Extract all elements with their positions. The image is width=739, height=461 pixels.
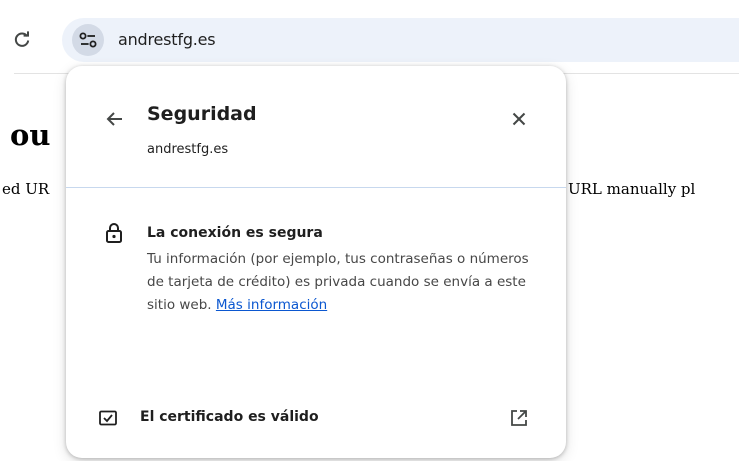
reload-icon <box>14 31 30 47</box>
page-text-left: ed UR <box>2 180 50 198</box>
back-button[interactable] <box>102 106 128 132</box>
connection-description-text: Tu información (por ejemplo, tus contras… <box>147 251 529 313</box>
omnibox[interactable]: andrestfg.es <box>62 18 739 62</box>
certificate-label: El certificado es válido <box>140 409 319 425</box>
lock-icon <box>106 223 122 243</box>
connection-description: Tu información (por ejemplo, tus contras… <box>147 248 532 317</box>
popup-separator <box>66 187 566 188</box>
arrow-left-icon <box>106 112 122 126</box>
url-text[interactable]: andrestfg.es <box>118 30 216 49</box>
close-icon <box>512 112 526 126</box>
page-heading: ou <box>10 118 51 152</box>
connection-title: La conexión es segura <box>147 225 323 241</box>
popup-subtitle: andrestfg.es <box>147 142 229 157</box>
close-button[interactable] <box>506 106 532 132</box>
site-info-button[interactable] <box>72 24 104 56</box>
security-popup: Seguridad andrestfg.es La conexión es se… <box>66 66 566 458</box>
popup-title: Seguridad <box>147 103 257 125</box>
browser-toolbar: andrestfg.es <box>0 0 739 76</box>
certificate-icon <box>99 410 117 426</box>
certificate-row[interactable]: El certificado es válido <box>66 396 566 440</box>
open-external-icon[interactable] <box>509 408 529 428</box>
more-info-link[interactable]: Más información <box>216 297 327 313</box>
reload-button[interactable] <box>8 26 36 54</box>
tune-icon <box>79 32 97 48</box>
page-text-right: URL manually pl <box>568 180 696 198</box>
